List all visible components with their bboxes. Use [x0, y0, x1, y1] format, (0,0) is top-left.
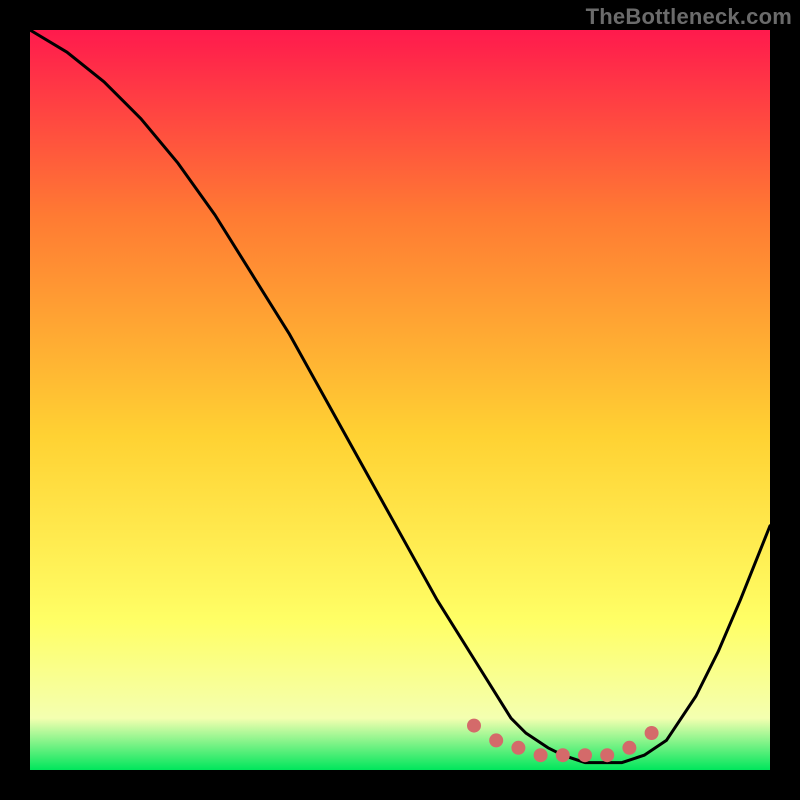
optimal-marker: [578, 748, 592, 762]
optimal-marker: [622, 741, 636, 755]
chart-frame: TheBottleneck.com: [0, 0, 800, 800]
optimal-marker: [511, 741, 525, 755]
watermark-text: TheBottleneck.com: [586, 4, 792, 30]
optimal-marker: [556, 748, 570, 762]
optimal-marker: [534, 748, 548, 762]
optimal-marker: [645, 726, 659, 740]
optimal-marker: [600, 748, 614, 762]
chart-plot: [30, 30, 770, 770]
chart-background: [30, 30, 770, 770]
optimal-marker: [489, 733, 503, 747]
optimal-marker: [467, 719, 481, 733]
